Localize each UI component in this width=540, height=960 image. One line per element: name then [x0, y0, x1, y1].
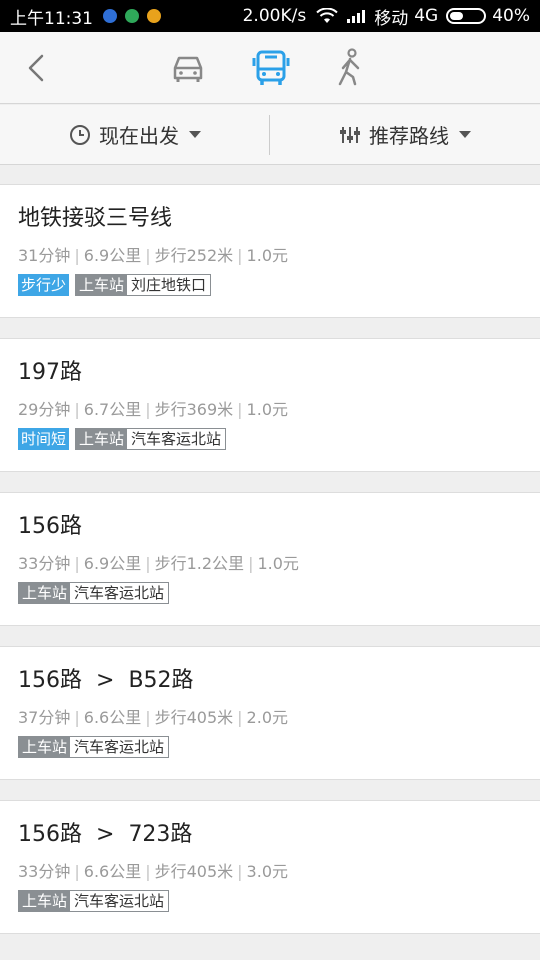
route-list: 地铁接驳三号线 31分钟 | 6.9公里 | 步行252米 | 1.0元 步行少 上车站 刘… — [0, 184, 540, 954]
route-card[interactable]: 156路 >723路 33分钟 | 6.6公里 | 步行405米 | 3.0元 上车站 汽车客… — [0, 800, 540, 934]
boarding-station-tag: 上车站 汽车客运北站 — [75, 428, 227, 450]
notification-app-icon — [125, 9, 139, 23]
route-distance: 6.9公里 — [83, 246, 142, 265]
route-duration: 31分钟 — [18, 246, 71, 265]
clock-icon — [70, 124, 90, 145]
carrier-name: 移动 — [374, 8, 409, 29]
highlight-tag: 时间短 — [18, 428, 70, 450]
network-type: 4G — [414, 6, 439, 26]
route-walk: 步行252米 — [154, 246, 234, 265]
route-fare: 1.0元 — [246, 400, 288, 419]
route-fare: 1.0元 — [257, 554, 299, 573]
boarding-station-tag: 上车站 汽车客运北站 — [18, 582, 170, 604]
depart-time-label: 现在出发 — [99, 124, 179, 148]
route-line-name: 地铁接驳三号线 — [18, 206, 173, 231]
route-title: 156路 > B52路 — [18, 665, 522, 697]
route-summary: 33分钟 | 6.9公里 | 步行1.2公里 | 1.0元 — [18, 554, 299, 573]
boarding-label: 上车站 — [19, 583, 71, 603]
route-walk: 步行369米 — [154, 400, 234, 419]
notification-app-icon — [103, 9, 117, 23]
route-distance: 6.6公里 — [83, 862, 142, 881]
route-title: 156路 >723路 — [18, 819, 522, 851]
back-button[interactable] — [20, 50, 56, 86]
wifi-icon — [316, 8, 338, 23]
route-tags: 上车站 汽车客运北站 — [18, 889, 522, 913]
route-tags: 上车站 汽车客运北站 — [18, 735, 522, 759]
route-distance: 6.6公里 — [83, 708, 142, 727]
notification-app-icon — [147, 9, 161, 23]
net-speed: 2.00K/s — [242, 6, 307, 26]
boarding-station-tag: 上车站 刘庄地铁口 — [75, 274, 212, 296]
sort-label: 推荐路线 — [369, 124, 449, 148]
route-card[interactable]: 156路 33分钟 | 6.9公里 | 步行1.2公里 | 1.0元 上车站 汽车客运北站 — [0, 492, 540, 626]
route-duration: 29分钟 — [18, 400, 71, 419]
route-card[interactable]: 地铁接驳三号线 31分钟 | 6.9公里 | 步行252米 | 1.0元 步行少 上车站 刘… — [0, 184, 540, 318]
route-duration: 37分钟 — [18, 708, 71, 727]
route-summary: 33分钟 | 6.6公里 | 步行405米 | 3.0元 — [18, 862, 288, 881]
route-distance: 6.7公里 — [83, 400, 142, 419]
status-bar: 上午11:31 2.00K/s 移动 4G 40% — [0, 0, 540, 32]
route-card[interactable]: 197路 29分钟 | 6.7公里 | 步行369米 | 1.0元 时间短 上车站 汽车客运… — [0, 338, 540, 472]
route-duration: 33分钟 — [18, 554, 71, 573]
route-summary: 31分钟 | 6.9公里 | 步行252米 | 1.0元 — [18, 246, 288, 265]
boarding-station: 刘庄地铁口 — [127, 275, 211, 295]
boarding-label: 上车站 — [19, 891, 71, 911]
route-tags: 时间短 上车站 汽车客运北站 — [18, 427, 522, 451]
boarding-station: 汽车客运北站 — [70, 737, 169, 757]
boarding-station-tag: 上车站 汽车客运北站 — [18, 890, 170, 912]
route-duration: 33分钟 — [18, 862, 71, 881]
route-fare: 3.0元 — [246, 862, 288, 881]
caret-down-icon — [459, 131, 471, 138]
boarding-station: 汽车客运北站 — [127, 429, 226, 449]
status-time: 上午11:31 — [10, 8, 93, 29]
signal-icon — [347, 10, 366, 23]
bus-mode-tab[interactable] — [249, 46, 293, 90]
route-line-name: 156路 — [18, 668, 82, 693]
route-line-name: 156路 — [18, 514, 82, 539]
route-tags: 上车站 汽车客运北站 — [18, 581, 522, 605]
route-walk: 步行1.2公里 — [154, 554, 245, 573]
boarding-station-tag: 上车站 汽车客运北站 — [18, 736, 170, 758]
route-line-name: B52路 — [128, 668, 194, 693]
boarding-station: 汽车客运北站 — [70, 891, 169, 911]
transfer-arrow: > — [96, 822, 115, 847]
route-line-name: 156路 — [18, 822, 82, 847]
caret-down-icon — [189, 131, 201, 138]
battery-percent: 40% — [492, 6, 530, 26]
route-line-name: 197路 — [18, 360, 82, 385]
boarding-label: 上车站 — [19, 737, 71, 757]
route-title: 地铁接驳三号线 — [18, 203, 522, 235]
battery-icon — [446, 8, 487, 24]
route-distance: 6.9公里 — [83, 554, 142, 573]
route-title: 156路 — [18, 511, 522, 543]
filter-bar: 现在出发 推荐路线 — [0, 105, 540, 165]
route-title: 197路 — [18, 357, 522, 389]
boarding-label: 上车站 — [76, 275, 128, 295]
filter-sliders-icon — [340, 126, 360, 143]
route-line-name: 723路 — [128, 822, 193, 847]
route-card[interactable]: 156路 > B52路 37分钟 | 6.6公里 | 步行405米 | 2.0元 上车站 汽车客… — [0, 646, 540, 780]
route-fare: 2.0元 — [246, 708, 288, 727]
route-walk: 步行405米 — [154, 708, 234, 727]
route-summary: 37分钟 | 6.6公里 | 步行405米 | 2.0元 — [18, 708, 288, 727]
boarding-station: 汽车客运北站 — [70, 583, 169, 603]
car-mode-tab[interactable] — [166, 46, 210, 90]
walk-mode-tab[interactable] — [328, 46, 372, 90]
highlight-tag: 步行少 — [18, 274, 70, 296]
route-summary: 29分钟 | 6.7公里 | 步行369米 | 1.0元 — [18, 400, 288, 419]
transfer-arrow: > — [96, 668, 115, 693]
depart-time-filter[interactable]: 现在出发 — [0, 105, 270, 164]
route-fare: 1.0元 — [246, 246, 288, 265]
sort-filter[interactable]: 推荐路线 — [270, 105, 540, 164]
route-walk: 步行405米 — [154, 862, 234, 881]
mode-navbar — [0, 32, 540, 104]
route-tags: 步行少 上车站 刘庄地铁口 — [18, 273, 522, 297]
filter-divider — [269, 115, 270, 155]
boarding-label: 上车站 — [76, 429, 128, 449]
